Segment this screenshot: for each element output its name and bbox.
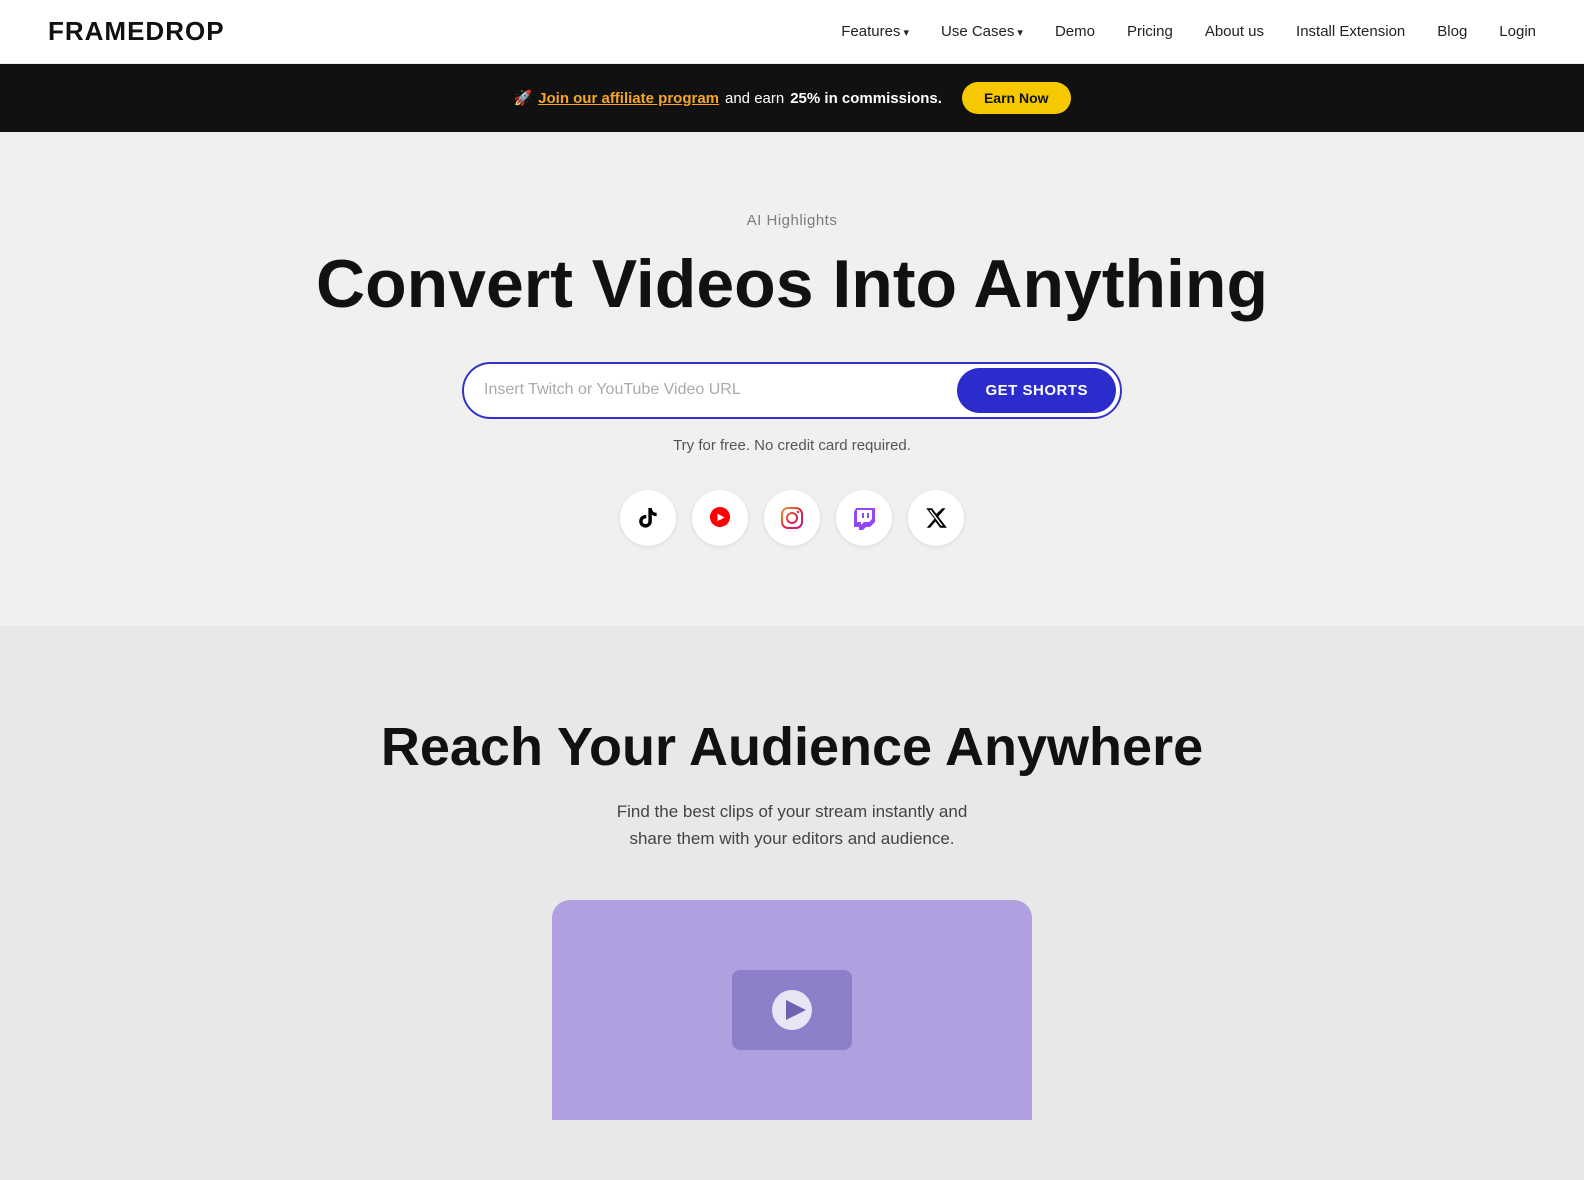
nav-item-pricing[interactable]: Pricing (1127, 23, 1173, 41)
nav-link-login[interactable]: Login (1499, 23, 1536, 40)
nav-links: Features Use Cases Demo Pricing About us… (841, 23, 1536, 41)
nav-link-about-us[interactable]: About us (1205, 23, 1264, 40)
section2-title: Reach Your Audience Anywhere (24, 716, 1560, 778)
nav-link-demo[interactable]: Demo (1055, 23, 1095, 40)
nav-link-install-extension[interactable]: Install Extension (1296, 23, 1405, 40)
affiliate-link[interactable]: Join our affiliate program (538, 90, 719, 107)
twitch-icon[interactable] (836, 490, 892, 546)
nav-item-about-us[interactable]: About us (1205, 23, 1264, 41)
rocket-icon: 🚀 (513, 89, 532, 107)
affiliate-banner: 🚀 Join our affiliate program and earn 25… (0, 64, 1584, 132)
youtube-shorts-icon[interactable]: S (692, 490, 748, 546)
navbar: FRAMEDROP Features Use Cases Demo Pricin… (0, 0, 1584, 64)
svg-text:S: S (718, 520, 723, 527)
earn-now-button[interactable]: Earn Now (962, 82, 1071, 114)
hero-subtext: Try for free. No credit card required. (24, 437, 1560, 454)
nav-item-use-cases[interactable]: Use Cases (941, 23, 1023, 41)
instagram-icon[interactable] (764, 490, 820, 546)
hero-label: AI Highlights (24, 212, 1560, 229)
preview-svg (692, 940, 892, 1080)
nav-item-blog[interactable]: Blog (1437, 23, 1467, 41)
logo[interactable]: FRAMEDROP (48, 16, 225, 47)
tiktok-icon[interactable] (620, 490, 676, 546)
section2: Reach Your Audience Anywhere Find the be… (0, 626, 1584, 1180)
banner-text: 🚀 Join our affiliate program and earn 25… (513, 89, 942, 107)
nav-item-install-extension[interactable]: Install Extension (1296, 23, 1405, 41)
nav-link-features[interactable]: Features (841, 23, 909, 40)
nav-link-pricing[interactable]: Pricing (1127, 23, 1173, 40)
banner-commission-text: 25% in commissions. (790, 90, 942, 107)
nav-link-blog[interactable]: Blog (1437, 23, 1467, 40)
section2-desc: Find the best clips of your stream insta… (492, 798, 1092, 852)
nav-item-demo[interactable]: Demo (1055, 23, 1095, 41)
hero-section: AI Highlights Convert Videos Into Anythi… (0, 132, 1584, 626)
url-form: GET SHORTS (462, 362, 1122, 419)
hero-title: Convert Videos Into Anything (24, 247, 1560, 322)
url-input[interactable] (484, 369, 957, 411)
nav-item-login[interactable]: Login (1499, 23, 1536, 41)
section2-preview-image (552, 900, 1032, 1120)
social-icons: S (24, 490, 1560, 546)
banner-middle-text: and earn (725, 90, 784, 107)
nav-item-features[interactable]: Features (841, 23, 909, 41)
nav-link-use-cases[interactable]: Use Cases (941, 23, 1023, 40)
x-twitter-icon[interactable] (908, 490, 964, 546)
get-shorts-button[interactable]: GET SHORTS (957, 368, 1116, 413)
